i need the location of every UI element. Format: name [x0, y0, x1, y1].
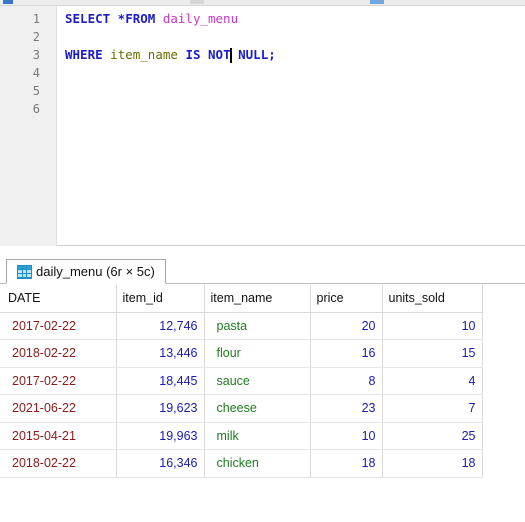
sql-editor[interactable]: 1 2 3 4 5 6 SELECT *FROM daily_menu WHER… — [0, 6, 525, 246]
cell-units-sold[interactable]: 18 — [382, 449, 483, 478]
table-row[interactable]: 2021-06-22 19,623 cheese 23 7 — [0, 394, 483, 423]
sql-table-name: daily_menu — [162, 11, 239, 26]
cell-item-name[interactable]: milk — [204, 422, 311, 450]
column-header-price[interactable]: price — [310, 285, 383, 313]
line-number: 4 — [32, 66, 40, 80]
cell-price[interactable]: 23 — [310, 394, 383, 423]
cell-price[interactable]: 10 — [310, 422, 383, 450]
cell-units-sold[interactable]: 15 — [382, 339, 483, 368]
cell-price[interactable]: 18 — [310, 449, 383, 478]
toolbar-icon[interactable] — [190, 0, 204, 4]
line-number: 3 — [32, 48, 40, 62]
code-line-3[interactable]: WHERE item_name IS NOT NULL; — [65, 48, 276, 63]
grid-header-row: DATE item_id item_name price units_sold — [0, 285, 483, 313]
tab-daily-menu-result[interactable]: daily_menu (6r × 5c) — [6, 259, 166, 284]
sql-keyword: SELECT *FROM — [65, 11, 156, 26]
column-header-item-id[interactable]: item_id — [116, 285, 205, 313]
toolbar-icon[interactable] — [3, 0, 13, 4]
table-row[interactable]: 2018-02-22 13,446 flour 16 15 — [0, 339, 483, 368]
result-tab-bar: daily_menu (6r × 5c) — [0, 247, 525, 287]
cell-units-sold[interactable]: 10 — [382, 312, 483, 340]
cell-price[interactable]: 16 — [310, 339, 383, 368]
toolbar-icon[interactable] — [370, 0, 384, 4]
cell-item-name[interactable]: sauce — [204, 367, 311, 395]
cell-date[interactable]: 2018-02-22 — [0, 449, 117, 478]
table-grid-icon — [17, 264, 32, 279]
cell-price[interactable]: 8 — [310, 367, 383, 395]
cell-item-name[interactable]: cheese — [204, 394, 311, 423]
cell-item-id[interactable]: 19,623 — [116, 394, 205, 423]
cell-date[interactable]: 2015-04-21 — [0, 422, 117, 450]
line-number: 6 — [32, 102, 40, 116]
sql-keyword: NULL; — [238, 47, 276, 62]
code-line-1[interactable]: SELECT *FROM daily_menu — [65, 12, 238, 26]
result-tab-label: daily_menu (6r × 5c) — [36, 264, 155, 279]
result-grid[interactable]: DATE item_id item_name price units_sold … — [0, 285, 483, 478]
cell-item-name[interactable]: chicken — [204, 449, 311, 478]
cell-item-id[interactable]: 12,746 — [116, 312, 205, 340]
cell-item-id[interactable]: 13,446 — [116, 339, 205, 368]
cell-item-id[interactable]: 19,963 — [116, 422, 205, 450]
table-row[interactable]: 2017-02-22 18,445 sauce 8 4 — [0, 367, 483, 395]
cell-item-name[interactable]: pasta — [204, 312, 311, 340]
cell-units-sold[interactable]: 4 — [382, 367, 483, 395]
cell-price[interactable]: 20 — [310, 312, 383, 340]
cell-date[interactable]: 2021-06-22 — [0, 394, 117, 423]
sql-keyword: IS NOT — [185, 47, 231, 62]
table-row[interactable]: 2017-02-22 12,746 pasta 20 10 — [0, 312, 483, 340]
column-header-item-name[interactable]: item_name — [204, 285, 311, 313]
cell-date[interactable]: 2017-02-22 — [0, 367, 117, 395]
cell-date[interactable]: 2017-02-22 — [0, 312, 117, 340]
line-number: 5 — [32, 84, 40, 98]
table-row[interactable]: 2018-02-22 16,346 chicken 18 18 — [0, 449, 483, 478]
cell-item-id[interactable]: 18,445 — [116, 367, 205, 395]
sql-keyword: WHERE — [65, 47, 103, 62]
column-header-date[interactable]: DATE — [0, 285, 117, 313]
cell-item-id[interactable]: 16,346 — [116, 449, 205, 478]
sql-column-name: item_name — [110, 47, 178, 62]
cell-date[interactable]: 2018-02-22 — [0, 339, 117, 368]
column-header-units-sold[interactable]: units_sold — [382, 285, 483, 313]
table-row[interactable]: 2015-04-21 19,963 milk 10 25 — [0, 422, 483, 450]
line-number: 1 — [32, 12, 40, 26]
line-number-gutter: 1 2 3 4 5 6 — [0, 6, 57, 246]
text-caret — [229, 48, 232, 63]
cell-units-sold[interactable]: 25 — [382, 422, 483, 450]
cell-units-sold[interactable]: 7 — [382, 394, 483, 423]
cell-item-name[interactable]: flour — [204, 339, 311, 368]
line-number: 2 — [32, 30, 40, 44]
